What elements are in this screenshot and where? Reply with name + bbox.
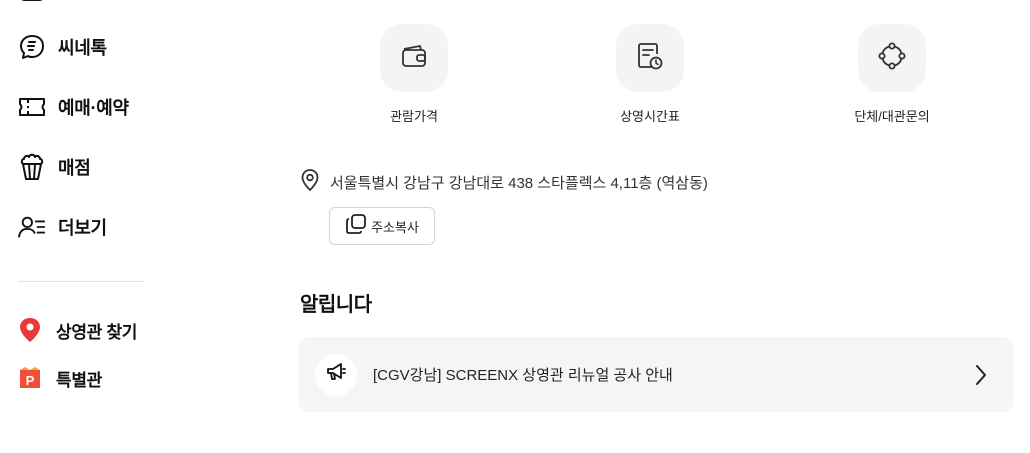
copy-address-label: 주소복사 (371, 219, 419, 235)
ticket-icon (18, 93, 46, 121)
group-icon (877, 41, 907, 76)
location-outline-icon (300, 168, 320, 197)
quick-menu-schedule[interactable]: 상영시간표 (570, 24, 730, 125)
sidebar-item-special[interactable]: P 특별관 (18, 365, 102, 391)
quick-menu-label: 단체/대관문의 (854, 109, 930, 124)
sidebar-item-label: 상영관 찾기 (56, 322, 138, 342)
megaphone-icon (325, 362, 347, 387)
user-menu-icon (18, 213, 46, 241)
sidebar-item-booking[interactable]: 예매·예약 (18, 92, 129, 122)
quick-menu-icon-box (616, 24, 684, 92)
theater-address: 서울특별시 강남구 강남대로 438 스타플렉스 4,11층 (역삼동) (300, 168, 708, 197)
sidebar-item-find-theater[interactable]: 상영관 찾기 (18, 317, 137, 343)
quick-menu-price[interactable]: 관람가격 (334, 24, 494, 125)
quick-menu-group[interactable]: 단체/대관문의 (812, 24, 972, 125)
quick-menu-label: 관람가격 (390, 109, 438, 124)
notice-section-title: 알립니다 (300, 294, 372, 316)
sidebar-item-cinetalk[interactable]: 씨네톡 (18, 32, 107, 62)
location-pin-icon (18, 317, 42, 343)
address-text: 서울특별시 강남구 강남대로 438 스타플렉스 4,11층 (역삼동) (330, 175, 708, 192)
wallet-icon (400, 43, 428, 74)
sidebar-item-label: 예매·예약 (58, 98, 129, 118)
notice-item[interactable]: [CGV강남] SCREENX 상영관 리뉴얼 공사 안내 (299, 337, 1013, 412)
sidebar: 씨네톡 예매·예약 매점 더보기 상영관 찾기 P 특별관 (0, 0, 160, 453)
sidebar-item-snack[interactable]: 매점 (18, 152, 91, 182)
chevron-right-icon (971, 363, 991, 387)
sidebar-item-more[interactable]: 더보기 (18, 212, 107, 242)
copy-address-button[interactable]: 주소복사 (329, 207, 435, 245)
partial-top-icon (18, 0, 46, 4)
sidebar-divider (18, 281, 144, 282)
sidebar-item-label: 매점 (58, 158, 91, 178)
quick-menu-icon-box (380, 24, 448, 92)
copy-icon (345, 213, 367, 240)
svg-text:P: P (26, 373, 35, 388)
notice-icon-box (315, 353, 357, 396)
sidebar-item-label: 더보기 (58, 218, 107, 238)
popcorn-icon (18, 153, 46, 181)
notice-text: [CGV강남] SCREENX 상영관 리뉴얼 공사 안내 (373, 367, 673, 384)
schedule-icon (636, 41, 664, 76)
special-theater-icon: P (18, 365, 42, 391)
quick-menu-label: 상영시간표 (620, 109, 680, 124)
quick-menu-icon-box (858, 24, 926, 92)
sidebar-item-label: 특별관 (56, 370, 103, 390)
chat-bubble-icon (18, 33, 46, 61)
sidebar-item-label: 씨네톡 (58, 38, 107, 58)
